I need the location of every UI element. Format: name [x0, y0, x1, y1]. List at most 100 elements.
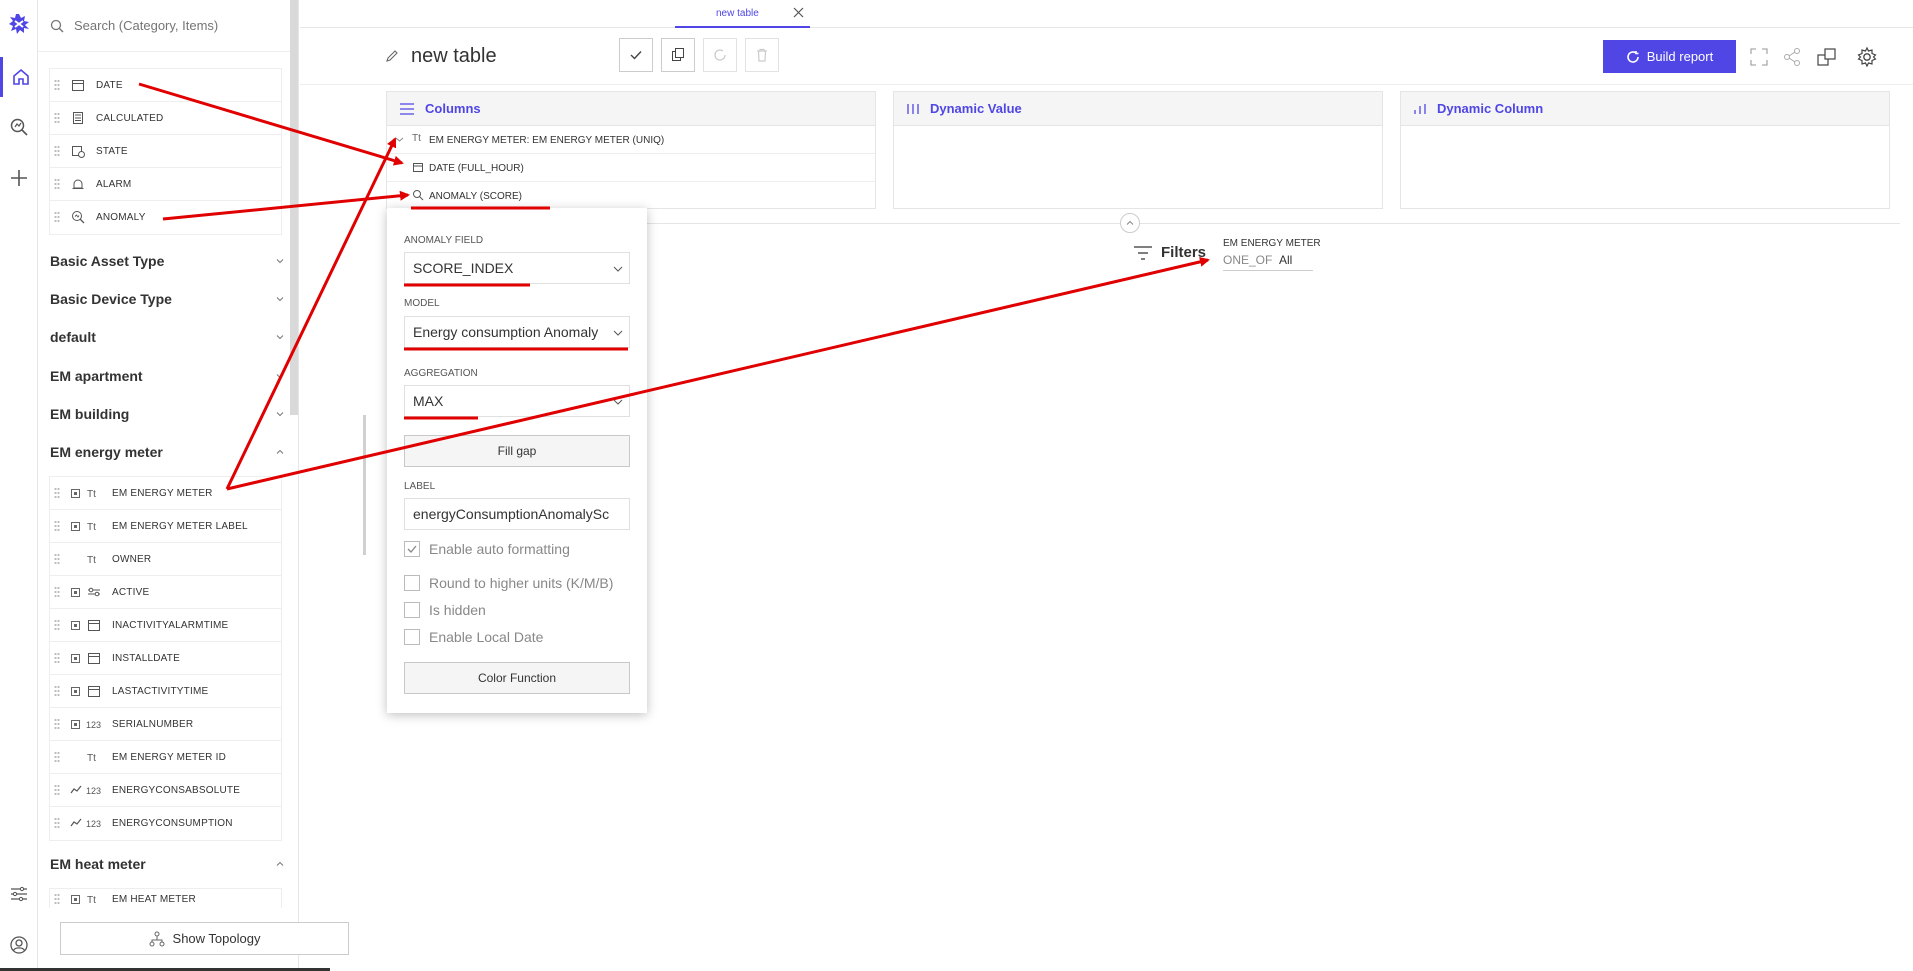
checkbox-checked[interactable]	[404, 541, 420, 557]
category-basic-asset-type[interactable]: Basic Asset Type	[50, 246, 285, 276]
build-report-button[interactable]: Build report	[1603, 40, 1736, 73]
sidebar: DATE CALCULATED STATE ALARM ANOMALY Basi…	[38, 0, 299, 971]
item-label: ACTIVE	[112, 587, 150, 598]
column-row[interactable]: ANOMALY (SCORE)	[387, 182, 875, 210]
widget-layout-icon[interactable]	[1815, 45, 1839, 69]
expand-icon[interactable]	[71, 489, 80, 498]
text-type-icon: Tt	[86, 485, 102, 501]
list-item[interactable]: Tt OWNER	[50, 543, 281, 576]
enable-local-date-checkbox[interactable]: Enable Local Date	[404, 629, 543, 645]
divider	[300, 84, 1913, 85]
anomaly-field-select[interactable]: SCORE_INDEX	[404, 252, 630, 284]
edit-pencil-icon[interactable]	[385, 49, 399, 63]
chevron-down-icon	[613, 330, 623, 336]
show-topology-button[interactable]: Show Topology	[60, 922, 349, 955]
item-label: INACTIVITYALARMTIME	[112, 620, 229, 631]
settings-sliders-icon[interactable]	[0, 874, 38, 914]
label-field-label: LABEL	[404, 481, 436, 492]
column-row[interactable]: Tt EM ENERGY METER: EM ENERGY METER (UNI…	[387, 126, 875, 154]
fill-gap-button[interactable]: Fill gap	[404, 435, 630, 467]
column-row[interactable]: DATE (FULL_HOUR)	[387, 154, 875, 182]
explore-icon[interactable]	[0, 107, 38, 147]
expand-icon[interactable]	[71, 895, 80, 904]
expand-icon[interactable]	[71, 621, 80, 630]
expand-icon[interactable]	[71, 687, 80, 696]
columns-panel: Columns Tt EM ENERGY METER: EM ENERGY ME…	[386, 91, 876, 209]
text-type-icon: Tt	[412, 133, 421, 144]
page-title[interactable]: new table	[411, 45, 497, 68]
label-input[interactable]: energyConsumptionAnomalySc	[404, 498, 630, 530]
gear-icon[interactable]	[1855, 45, 1879, 69]
trend-icon	[70, 784, 82, 796]
trash-icon	[757, 48, 767, 62]
user-icon[interactable]	[0, 925, 38, 965]
close-icon[interactable]	[793, 7, 804, 18]
logo-icon[interactable]	[0, 4, 38, 44]
list-item[interactable]: ANOMALY	[50, 201, 281, 234]
category-em-building[interactable]: EM building	[50, 399, 285, 429]
search-icon	[50, 19, 64, 33]
copy-icon	[672, 48, 684, 61]
list-item[interactable]: STATE	[50, 135, 281, 168]
expand-icon[interactable]	[71, 588, 80, 597]
divider	[540, 223, 1900, 224]
list-item[interactable]: Tt EM HEAT METER	[50, 889, 281, 908]
list-item[interactable]: ACTIVE	[50, 576, 281, 609]
main-scrollbar[interactable]	[363, 415, 366, 555]
list-item[interactable]: DATE	[50, 69, 281, 102]
delete-button[interactable]	[745, 38, 779, 72]
dynamic-column-header: Dynamic Column	[1401, 92, 1889, 126]
is-hidden-checkbox[interactable]: Is hidden	[404, 602, 486, 618]
list-item[interactable]: 123 ENERGYCONSUMPTION	[50, 807, 281, 840]
list-item[interactable]: Tt EM ENERGY METER	[50, 477, 281, 510]
category-default[interactable]: default	[50, 322, 285, 352]
list-item[interactable]: CALCULATED	[50, 102, 281, 135]
aggregation-label: AGGREGATION	[404, 368, 478, 379]
chevron-down-icon[interactable]	[395, 135, 404, 144]
save-check-button[interactable]	[619, 38, 653, 72]
expand-icon[interactable]	[71, 720, 80, 729]
chevron-down-icon	[276, 374, 284, 379]
top-items-list: DATE CALCULATED STATE ALARM ANOMALY	[49, 68, 282, 235]
model-label: MODEL	[404, 298, 440, 309]
filters-title: Filters	[1161, 244, 1207, 261]
collapse-button[interactable]	[1120, 213, 1140, 233]
svg-text:123: 123	[86, 720, 101, 730]
list-item[interactable]: Tt EM ENERGY METER ID	[50, 741, 281, 774]
fullscreen-icon[interactable]	[1747, 45, 1771, 69]
category-basic-device-type[interactable]: Basic Device Type	[50, 284, 285, 314]
list-item[interactable]: INACTIVITYALARMTIME	[50, 609, 281, 642]
sidebar-scrollbar[interactable]	[290, 0, 298, 415]
home-icon[interactable]	[0, 57, 38, 97]
tab-new-table[interactable]: new table	[675, 0, 810, 28]
aggregation-select[interactable]: MAX	[404, 385, 630, 417]
filter-chip[interactable]: EM ENERGY METER ONE_OF All	[1223, 238, 1321, 271]
expand-icon[interactable]	[71, 654, 80, 663]
search-input[interactable]	[74, 18, 264, 33]
list-item[interactable]: 123 SERIALNUMBER	[50, 708, 281, 741]
category-em-apartment[interactable]: EM apartment	[50, 361, 285, 391]
expand-icon[interactable]	[71, 522, 80, 531]
list-item[interactable]: 123 ENERGYCONSABSOLUTE	[50, 774, 281, 807]
text-type-icon: Tt	[86, 749, 102, 765]
item-label: EM HEAT METER	[112, 894, 196, 905]
list-item[interactable]: LASTACTIVITYTIME	[50, 675, 281, 708]
svg-text:Tt: Tt	[87, 522, 96, 533]
list-item[interactable]: INSTALLDATE	[50, 642, 281, 675]
share-icon[interactable]	[1780, 45, 1804, 69]
round-units-checkbox[interactable]: Round to higher units (K/M/B)	[404, 575, 613, 591]
duplicate-button[interactable]	[661, 38, 695, 72]
item-label: CALCULATED	[96, 113, 164, 124]
item-label: ENERGYCONSUMPTION	[112, 818, 233, 829]
model-select[interactable]: Energy consumption Anomaly	[404, 316, 630, 348]
refresh-button[interactable]	[703, 38, 737, 72]
tab-bar: new table	[300, 0, 1913, 28]
add-icon[interactable]	[0, 158, 38, 198]
list-item[interactable]: Tt EM ENERGY METER LABEL	[50, 510, 281, 543]
dynamic-value-header: Dynamic Value	[894, 92, 1382, 126]
color-function-button[interactable]: Color Function	[404, 662, 630, 694]
list-item[interactable]: ALARM	[50, 168, 281, 201]
category-em-heat-meter[interactable]: EM heat meter	[50, 849, 285, 879]
category-em-energy-meter[interactable]: EM energy meter	[50, 437, 285, 467]
enable-auto-formatting-checkbox[interactable]: Enable auto formatting	[404, 541, 570, 557]
